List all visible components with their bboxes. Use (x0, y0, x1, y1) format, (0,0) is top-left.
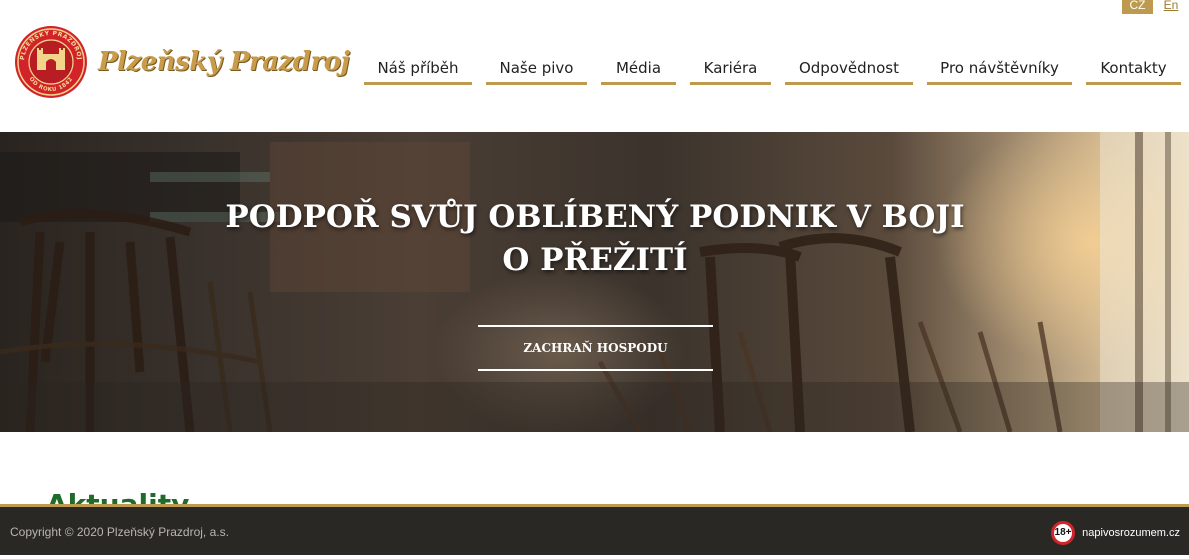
nav-item-odpovednost[interactable]: Odpovědnost (785, 56, 913, 85)
hero-background-image (0, 132, 1189, 432)
nav-item-kariera[interactable]: Kariéra (690, 56, 771, 85)
lang-cz-button[interactable]: CZ (1122, 0, 1153, 14)
page: CZ En PLZEŇSKÝ PRAZDROJ OD ROKU 1842 Plz… (0, 0, 1189, 559)
age-18-icon: 18+ (1051, 521, 1075, 545)
copyright-text: Copyright © 2020 Plzeňský Prazdroj, a.s. (10, 525, 229, 539)
save-pub-button[interactable]: ZACHRAŇ HOSPODU (478, 325, 713, 371)
nav-item-kontakty[interactable]: Kontakty (1086, 56, 1181, 85)
nav-item-media[interactable]: Média (601, 56, 676, 85)
hero-title: PODPOŘ SVŮJ OBLÍBENÝ PODNIK V BOJI O PŘE… (225, 199, 965, 278)
footer: Copyright © 2020 Plzeňský Prazdroj, a.s.… (0, 504, 1189, 555)
nav-item-pro-navstevniky[interactable]: Pro návštěvníky (927, 56, 1072, 85)
lang-en-link[interactable]: En (1161, 0, 1181, 14)
main-nav: Náš příběh Naše pivo Média Kariéra Odpov… (0, 56, 1189, 86)
nav-item-nase-pivo[interactable]: Naše pivo (486, 56, 587, 85)
hero-banner: PODPOŘ SVŮJ OBLÍBENÝ PODNIK V BOJI O PŘE… (0, 132, 1189, 432)
nav-item-nas-pribeh[interactable]: Náš příběh (364, 56, 472, 85)
responsible-drinking-link[interactable]: napivosrozumem.cz (1082, 527, 1180, 539)
